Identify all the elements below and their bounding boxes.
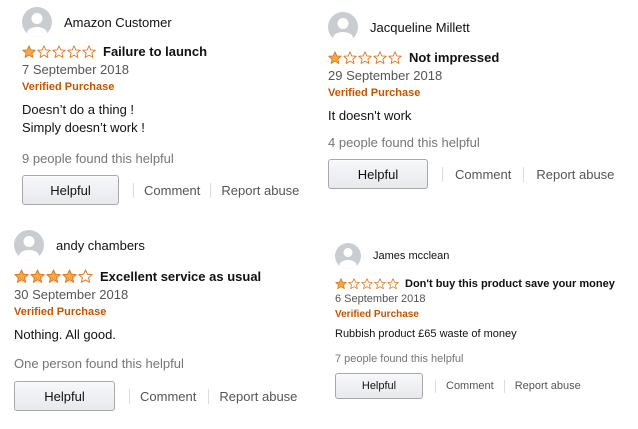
review-card: Jacqueline Millett Not impressed 29 Sept… bbox=[328, 12, 628, 189]
star-empty-icon bbox=[373, 50, 387, 64]
review-actions: Helpful Comment Report abuse bbox=[14, 381, 314, 411]
star-empty-icon bbox=[374, 278, 386, 290]
reviewer-name[interactable]: andy chambers bbox=[56, 238, 145, 253]
review-body: Nothing. All good. bbox=[14, 327, 116, 342]
divider bbox=[523, 166, 525, 182]
helpful-count: 7 people found this helpful bbox=[335, 353, 464, 365]
star-filled-icon bbox=[335, 278, 347, 290]
avatar bbox=[328, 12, 358, 42]
review-title[interactable]: Excellent service as usual bbox=[100, 269, 261, 284]
star-empty-icon bbox=[82, 44, 96, 58]
rating-row: Don't buy this product save your money bbox=[335, 278, 635, 290]
avatar bbox=[335, 243, 361, 269]
reviewer-name[interactable]: James mcclean bbox=[373, 250, 449, 262]
review-date: 7 September 2018 bbox=[22, 62, 129, 77]
helpful-count: 4 people found this helpful bbox=[328, 135, 480, 150]
star-empty-icon bbox=[361, 278, 373, 290]
star-filled-icon bbox=[62, 269, 77, 283]
review-date: 29 September 2018 bbox=[328, 68, 443, 83]
rating-row: Excellent service as usual bbox=[14, 269, 314, 284]
star-empty-icon bbox=[78, 269, 93, 283]
star-empty-icon bbox=[388, 50, 402, 64]
reviewer-name[interactable]: Jacqueline Millett bbox=[370, 20, 470, 35]
star-empty-icon bbox=[52, 44, 66, 58]
star-rating[interactable] bbox=[328, 50, 403, 65]
review-actions: Helpful Comment Report abuse bbox=[22, 175, 312, 205]
review-card: andy chambers Excellent service as usual… bbox=[14, 230, 314, 411]
review-date: 6 September 2018 bbox=[335, 293, 426, 305]
review-date: 30 September 2018 bbox=[14, 287, 129, 302]
avatar bbox=[22, 7, 52, 37]
review-title[interactable]: Don't buy this product save your money bbox=[405, 278, 615, 290]
divider bbox=[210, 182, 212, 198]
divider bbox=[503, 379, 505, 393]
star-empty-icon bbox=[67, 44, 81, 58]
star-empty-icon bbox=[343, 50, 357, 64]
report-abuse-link[interactable]: Report abuse bbox=[221, 183, 299, 198]
star-empty-icon bbox=[387, 278, 399, 290]
avatar bbox=[14, 230, 44, 260]
star-filled-icon bbox=[46, 269, 61, 283]
star-rating[interactable] bbox=[22, 44, 97, 59]
review-title[interactable]: Failure to launch bbox=[103, 44, 207, 59]
report-abuse-link[interactable]: Report abuse bbox=[515, 380, 581, 392]
comment-link[interactable]: Comment bbox=[446, 380, 494, 392]
rating-row: Not impressed bbox=[328, 50, 628, 65]
reviewer-profile[interactable]: Jacqueline Millett bbox=[328, 12, 628, 42]
helpful-count: One person found this helpful bbox=[14, 356, 184, 371]
report-abuse-link[interactable]: Report abuse bbox=[219, 389, 297, 404]
review-card: Amazon Customer Failure to launch 7 Sept… bbox=[22, 7, 312, 205]
reviewer-profile[interactable]: Amazon Customer bbox=[22, 7, 312, 37]
report-abuse-link[interactable]: Report abuse bbox=[536, 167, 614, 182]
helpful-button[interactable]: Helpful bbox=[335, 373, 423, 399]
comment-link[interactable]: Comment bbox=[140, 389, 196, 404]
review-card: James mcclean Don't buy this product sav… bbox=[335, 243, 635, 399]
divider bbox=[442, 166, 443, 182]
helpful-button[interactable]: Helpful bbox=[22, 175, 119, 205]
divider bbox=[208, 388, 210, 404]
verified-purchase-badge: Verified Purchase bbox=[22, 81, 115, 93]
divider bbox=[435, 379, 436, 393]
review-body: It doesn't work bbox=[328, 108, 412, 123]
star-filled-icon bbox=[22, 44, 36, 58]
verified-purchase-badge: Verified Purchase bbox=[335, 309, 419, 320]
reviewer-name[interactable]: Amazon Customer bbox=[64, 15, 172, 30]
star-empty-icon bbox=[358, 50, 372, 64]
reviewer-profile[interactable]: andy chambers bbox=[14, 230, 314, 260]
reviewer-profile[interactable]: James mcclean bbox=[335, 243, 635, 269]
divider bbox=[129, 388, 130, 404]
review-title[interactable]: Not impressed bbox=[409, 50, 499, 65]
comment-link[interactable]: Comment bbox=[455, 167, 511, 182]
star-filled-icon bbox=[328, 50, 342, 64]
divider bbox=[133, 182, 134, 198]
helpful-button[interactable]: Helpful bbox=[14, 381, 115, 411]
review-body: Rubbish product £65 waste of money bbox=[335, 328, 517, 340]
rating-row: Failure to launch bbox=[22, 44, 312, 59]
verified-purchase-badge: Verified Purchase bbox=[328, 87, 421, 99]
star-rating[interactable] bbox=[14, 269, 94, 284]
review-actions: Helpful Comment Report abuse bbox=[328, 159, 628, 189]
star-empty-icon bbox=[348, 278, 360, 290]
comment-link[interactable]: Comment bbox=[144, 183, 200, 198]
star-empty-icon bbox=[37, 44, 51, 58]
helpful-count: 9 people found this helpful bbox=[22, 151, 174, 166]
review-actions: Helpful Comment Report abuse bbox=[335, 373, 635, 399]
star-filled-icon bbox=[14, 269, 29, 283]
verified-purchase-badge: Verified Purchase bbox=[14, 306, 107, 318]
helpful-button[interactable]: Helpful bbox=[328, 159, 428, 189]
review-body: Doesn’t do a thing ! Simply doesn’t work … bbox=[22, 102, 145, 135]
star-rating[interactable] bbox=[335, 278, 400, 290]
star-filled-icon bbox=[30, 269, 45, 283]
